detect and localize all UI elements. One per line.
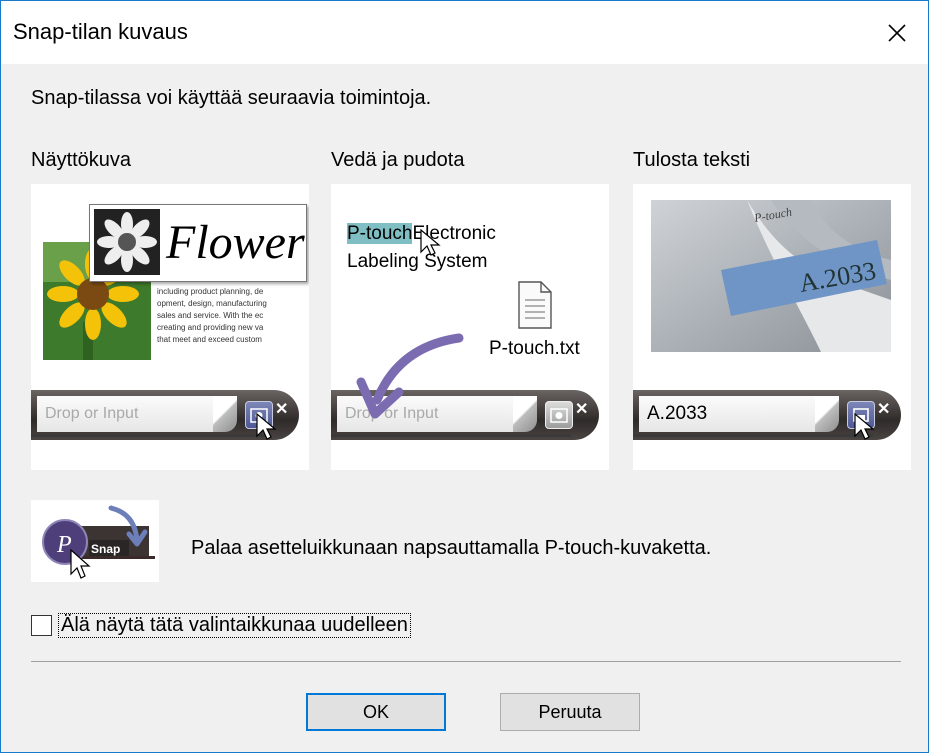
snap-hint-text: Palaa asetteluikkunaan napsauttamalla P-… xyxy=(191,537,712,559)
title-bar: Snap-tilan kuvaus xyxy=(1,1,928,64)
flower-header: Flower xyxy=(89,204,307,282)
drag-drop-label: Vedä ja pudota xyxy=(331,149,465,171)
window-title: Snap-tilan kuvaus xyxy=(13,19,188,44)
cursor-icon xyxy=(420,228,441,256)
p-touch-icon: P Snap xyxy=(42,505,155,579)
close-icon: ✕ xyxy=(575,401,589,418)
cursor-icon xyxy=(256,412,277,440)
dont-show-again-label[interactable]: Älä näytä tätä valintaikkunaa uudelleen xyxy=(58,613,411,638)
drop-input-field: Drop or Input xyxy=(37,396,223,432)
dialog-window: Snap-tilan kuvaus Snap-tilassa voi käytt… xyxy=(0,0,929,753)
text-file-icon xyxy=(518,281,552,329)
close-icon: ✕ xyxy=(877,401,891,418)
dont-show-again-checkbox[interactable] xyxy=(31,615,52,636)
svg-text:Snap: Snap xyxy=(91,542,120,556)
flower-heading: Flower xyxy=(166,216,305,269)
file-name: P-touch.txt xyxy=(489,338,580,359)
separator xyxy=(31,661,901,662)
close-icon: ✕ xyxy=(275,401,289,418)
print-text-label: Tulosta teksti xyxy=(633,149,751,171)
screenshot-button xyxy=(545,401,573,429)
p-touch-icon-illustration: P Snap xyxy=(31,500,159,582)
drag-arrow-icon xyxy=(356,333,464,419)
ok-button[interactable]: OK xyxy=(306,693,446,731)
camera-icon xyxy=(550,408,568,423)
tape-photo: A.2033 P-touch xyxy=(651,200,891,352)
close-icon xyxy=(888,23,906,42)
print-text-illustration: A.2033 P-touch A.2033 ✕ xyxy=(633,184,911,470)
cancel-button[interactable]: Peruuta xyxy=(500,693,640,731)
screenshot-label: Näyttökuva xyxy=(31,149,132,171)
flower-bw-image xyxy=(94,209,160,275)
cursor-icon xyxy=(854,412,875,440)
intro-text: Snap-tilassa voi käyttää seuraavia toimi… xyxy=(31,87,432,109)
drag-drop-illustration: P-touchElectronic Labeling System P-touc… xyxy=(331,184,609,470)
dont-show-again-option[interactable]: Älä näytä tätä valintaikkunaa uudelleen xyxy=(31,613,411,638)
screenshot-illustration: Flower including product planning, de op… xyxy=(31,184,309,470)
svg-text:P: P xyxy=(56,532,72,558)
drop-input-field: A.2033 xyxy=(639,396,825,432)
close-button[interactable] xyxy=(866,1,928,64)
body-text: including product planning, de opment, d… xyxy=(157,287,267,344)
